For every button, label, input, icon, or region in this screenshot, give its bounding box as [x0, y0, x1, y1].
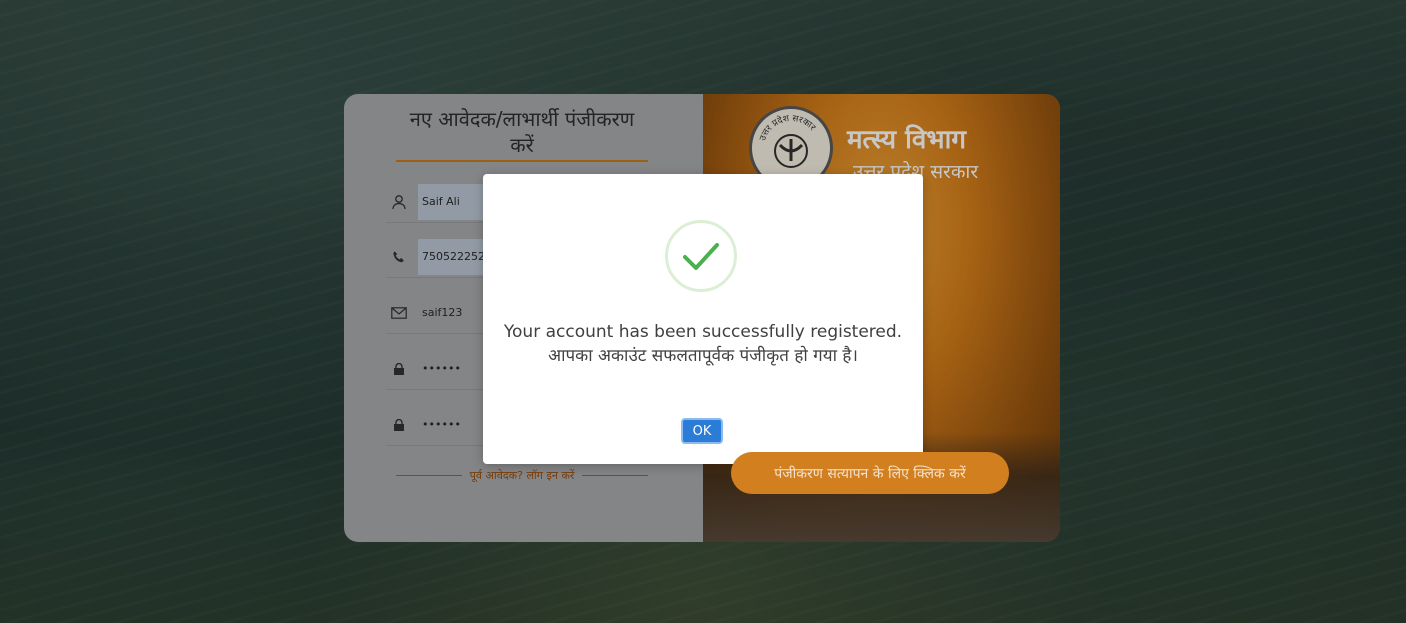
success-message: Your account has been successfully regis… [503, 320, 903, 368]
success-message-english: Your account has been successfully regis… [503, 322, 903, 342]
registration-verify-button[interactable]: पंजीकरण सत्यापन के लिए क्लिक करें [731, 452, 1009, 494]
ok-button[interactable]: OK [681, 418, 723, 444]
success-message-hindi: आपका अकाउंट सफलतापूर्वक पंजीकृत हो गया ह… [548, 346, 858, 366]
success-dialog: Your account has been successfully regis… [483, 174, 923, 464]
success-check-icon [665, 220, 737, 292]
